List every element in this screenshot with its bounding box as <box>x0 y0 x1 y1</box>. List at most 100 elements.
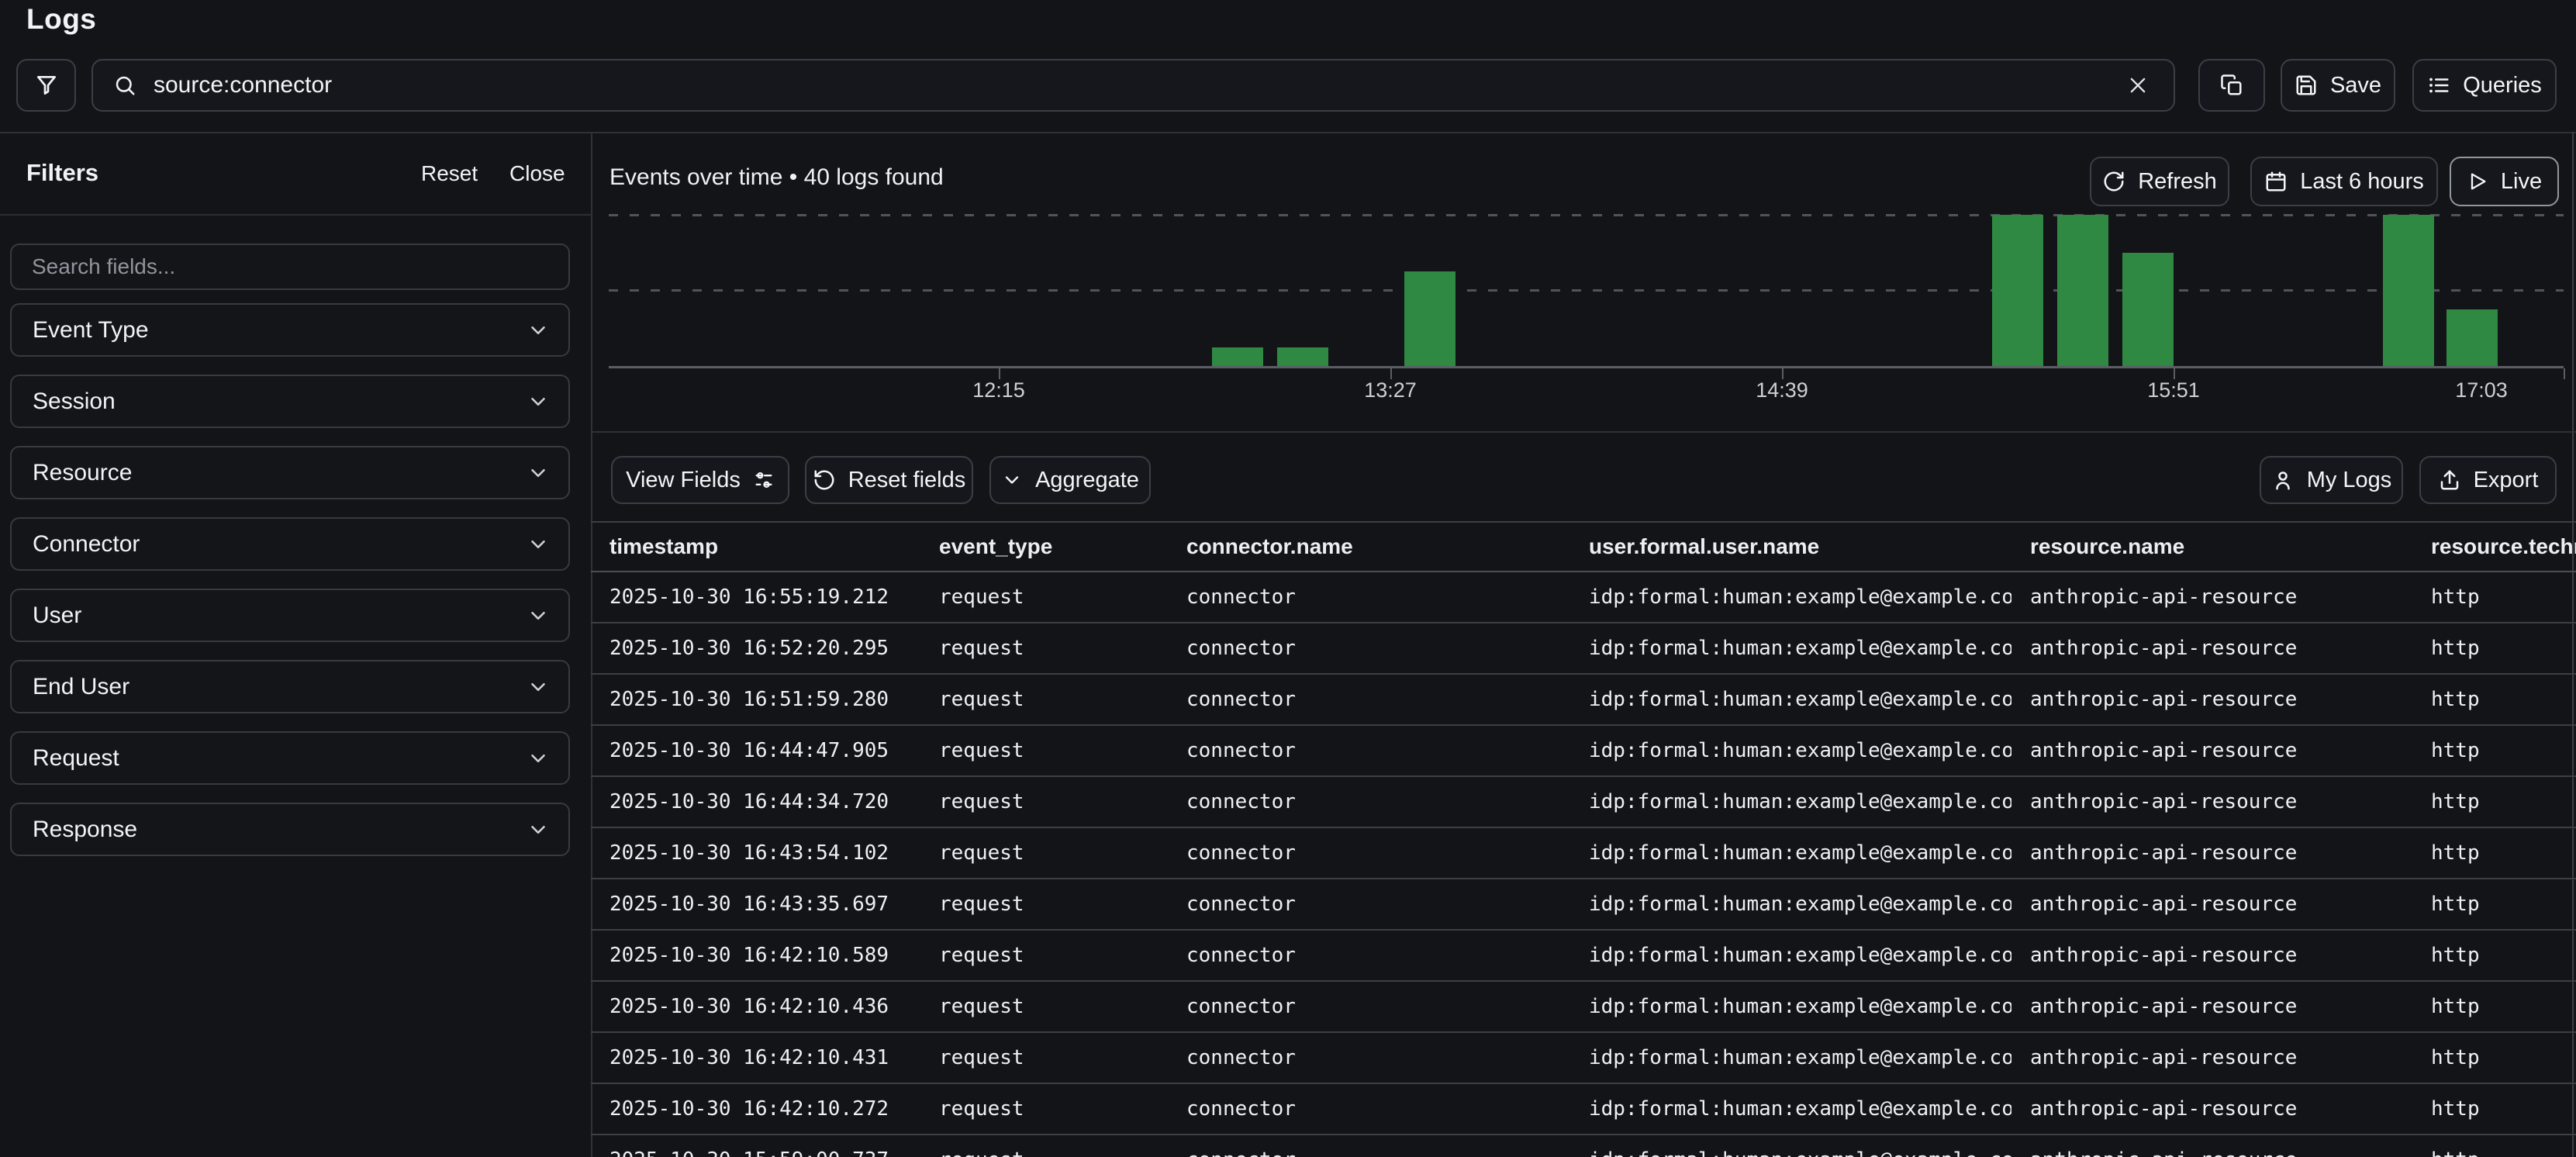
filter-group-request[interactable]: Request <box>10 731 570 785</box>
log-search-input[interactable] <box>152 71 2107 99</box>
cell-resource-technology: http <box>2412 1135 2576 1157</box>
cell-resource-name: anthropic-api-resource <box>2011 674 2412 725</box>
filters-reset-button[interactable]: Reset <box>421 161 478 186</box>
cell-resource-name: anthropic-api-resource <box>2011 981 2412 1032</box>
log-table: timestampevent_typeconnector.nameuser.fo… <box>591 523 2576 1157</box>
chevron-down-icon <box>527 390 550 413</box>
cell-resource-name: anthropic-api-resource <box>2011 930 2412 981</box>
live-button[interactable]: Live <box>2450 157 2559 206</box>
column-header-connector-name: connector.name <box>1168 523 1570 572</box>
cell-connector-name: connector <box>1168 981 1570 1032</box>
refresh-icon <box>2102 170 2125 193</box>
save-button[interactable]: Save <box>2281 59 2395 112</box>
chevron-down-icon <box>527 319 550 342</box>
sliders-icon <box>753 469 775 491</box>
filter-group-connector[interactable]: Connector <box>10 517 570 571</box>
cell-resource-technology: http <box>2412 879 2576 930</box>
table-row[interactable]: 2025-10-30 16:43:35.697requestconnectori… <box>591 879 2576 930</box>
chart-bar-13:35[interactable] <box>1404 271 1455 366</box>
table-row[interactable]: 2025-10-30 16:55:19.212requestconnectori… <box>591 572 2576 623</box>
table-row[interactable]: 2025-10-30 16:43:54.102requestconnectori… <box>591 827 2576 879</box>
table-row[interactable]: 2025-10-30 16:44:34.720requestconnectori… <box>591 776 2576 827</box>
cell-user-formal-user-name: idp:formal:human:example@example.com <box>1570 1083 2011 1135</box>
table-row[interactable]: 2025-10-30 16:42:10.589requestconnectori… <box>591 930 2576 981</box>
cell-user-formal-user-name: idp:formal:human:example@example.com <box>1570 623 2011 674</box>
chevron-down-icon <box>527 818 550 841</box>
save-icon <box>2295 74 2318 97</box>
chart-bar-16:48[interactable] <box>2447 309 2498 366</box>
cell-event-type: request <box>920 674 1168 725</box>
clear-search-icon[interactable] <box>2122 70 2153 101</box>
cell-resource-name: anthropic-api-resource <box>2011 879 2412 930</box>
cell-resource-name: anthropic-api-resource <box>2011 1032 2412 1083</box>
cell-resource-technology: http <box>2412 725 2576 776</box>
cell-event-type: request <box>920 776 1168 827</box>
aggregate-label: Aggregate <box>1035 468 1139 493</box>
table-row[interactable]: 2025-10-30 16:42:10.272requestconnectori… <box>591 1083 2576 1135</box>
filter-group-label: Connector <box>33 531 140 558</box>
filter-group-label: End User <box>33 674 129 700</box>
cell-connector-name: connector <box>1168 1032 1570 1083</box>
chart-gridline <box>609 289 2564 292</box>
filter-toggle-button[interactable] <box>16 59 76 112</box>
cell-resource-technology: http <box>2412 1032 2576 1083</box>
cell-connector-name: connector <box>1168 1135 1570 1157</box>
filter-group-response[interactable]: Response <box>10 803 570 856</box>
log-search-bar[interactable] <box>92 59 2175 112</box>
filter-group-resource[interactable]: Resource <box>10 446 570 499</box>
chart-x-axis <box>609 366 2564 368</box>
table-row[interactable]: 2025-10-30 16:52:20.295requestconnectori… <box>591 623 2576 674</box>
reset-fields-label: Reset fields <box>848 468 966 493</box>
filter-group-end-user[interactable]: End User <box>10 660 570 713</box>
chart-bar-16:36[interactable] <box>2383 215 2434 366</box>
cell-timestamp: 2025-10-30 16:51:59.280 <box>591 674 920 725</box>
table-row[interactable]: 2025-10-30 15:59:00.737requestconnectori… <box>591 1135 2576 1157</box>
cell-user-formal-user-name: idp:formal:human:example@example.com <box>1570 930 2011 981</box>
filter-group-event-type[interactable]: Event Type <box>10 303 570 357</box>
filter-group-label: Response <box>33 817 137 843</box>
table-row[interactable]: 2025-10-30 16:51:59.280requestconnectori… <box>591 674 2576 725</box>
cell-event-type: request <box>920 879 1168 930</box>
chart-bar-13:11[interactable] <box>1277 347 1328 366</box>
cell-timestamp: 2025-10-30 16:42:10.589 <box>591 930 920 981</box>
queries-label: Queries <box>2463 73 2542 98</box>
field-search-input[interactable] <box>10 243 570 290</box>
chevron-down-icon <box>527 461 550 485</box>
refresh-button[interactable]: Refresh <box>2090 157 2229 206</box>
time-range-button[interactable]: Last 6 hours <box>2250 157 2438 206</box>
reset-fields-button[interactable]: Reset fields <box>805 456 973 504</box>
column-header-event-type: event_type <box>920 523 1168 572</box>
view-fields-button[interactable]: View Fields <box>611 456 789 504</box>
chart-bar-15:48[interactable] <box>2122 253 2174 366</box>
cell-connector-name: connector <box>1168 1083 1570 1135</box>
export-button[interactable]: Export <box>2419 456 2557 504</box>
filters-close-button[interactable]: Close <box>509 161 565 186</box>
filter-group-label: User <box>33 603 81 629</box>
chart-bar-15:24[interactable] <box>1992 215 2043 366</box>
cell-timestamp: 2025-10-30 16:42:10.272 <box>591 1083 920 1135</box>
table-row[interactable]: 2025-10-30 16:44:47.905requestconnectori… <box>591 725 2576 776</box>
my-logs-button[interactable]: My Logs <box>2260 456 2403 504</box>
table-header-row: timestampevent_typeconnector.nameuser.fo… <box>591 523 2576 572</box>
x-axis-tick <box>2174 368 2175 379</box>
table-row[interactable]: 2025-10-30 16:42:10.436requestconnectori… <box>591 981 2576 1032</box>
column-header-resource-technology: resource.technology <box>2412 523 2576 572</box>
column-header-resource-name: resource.name <box>2011 523 2412 572</box>
table-row[interactable]: 2025-10-30 16:42:10.431requestconnectori… <box>591 1032 2576 1083</box>
cell-resource-name: anthropic-api-resource <box>2011 1083 2412 1135</box>
cell-resource-name: anthropic-api-resource <box>2011 623 2412 674</box>
cell-resource-technology: http <box>2412 827 2576 879</box>
cell-user-formal-user-name: idp:formal:human:example@example.com <box>1570 572 2011 623</box>
cell-connector-name: connector <box>1168 827 1570 879</box>
aggregate-button[interactable]: Aggregate <box>989 456 1151 504</box>
copy-query-button[interactable] <box>2198 59 2265 112</box>
chart-bar-12:59[interactable] <box>1212 347 1263 366</box>
chart-bar-15:36[interactable] <box>2057 215 2108 366</box>
filter-group-user[interactable]: User <box>10 589 570 642</box>
chart-table-divider <box>591 431 2576 433</box>
cell-connector-name: connector <box>1168 572 1570 623</box>
log-table-container[interactable]: timestampevent_typeconnector.nameuser.fo… <box>591 521 2576 1157</box>
queries-button[interactable]: Queries <box>2412 59 2557 112</box>
filter-group-session[interactable]: Session <box>10 375 570 428</box>
cell-timestamp: 2025-10-30 16:44:47.905 <box>591 725 920 776</box>
